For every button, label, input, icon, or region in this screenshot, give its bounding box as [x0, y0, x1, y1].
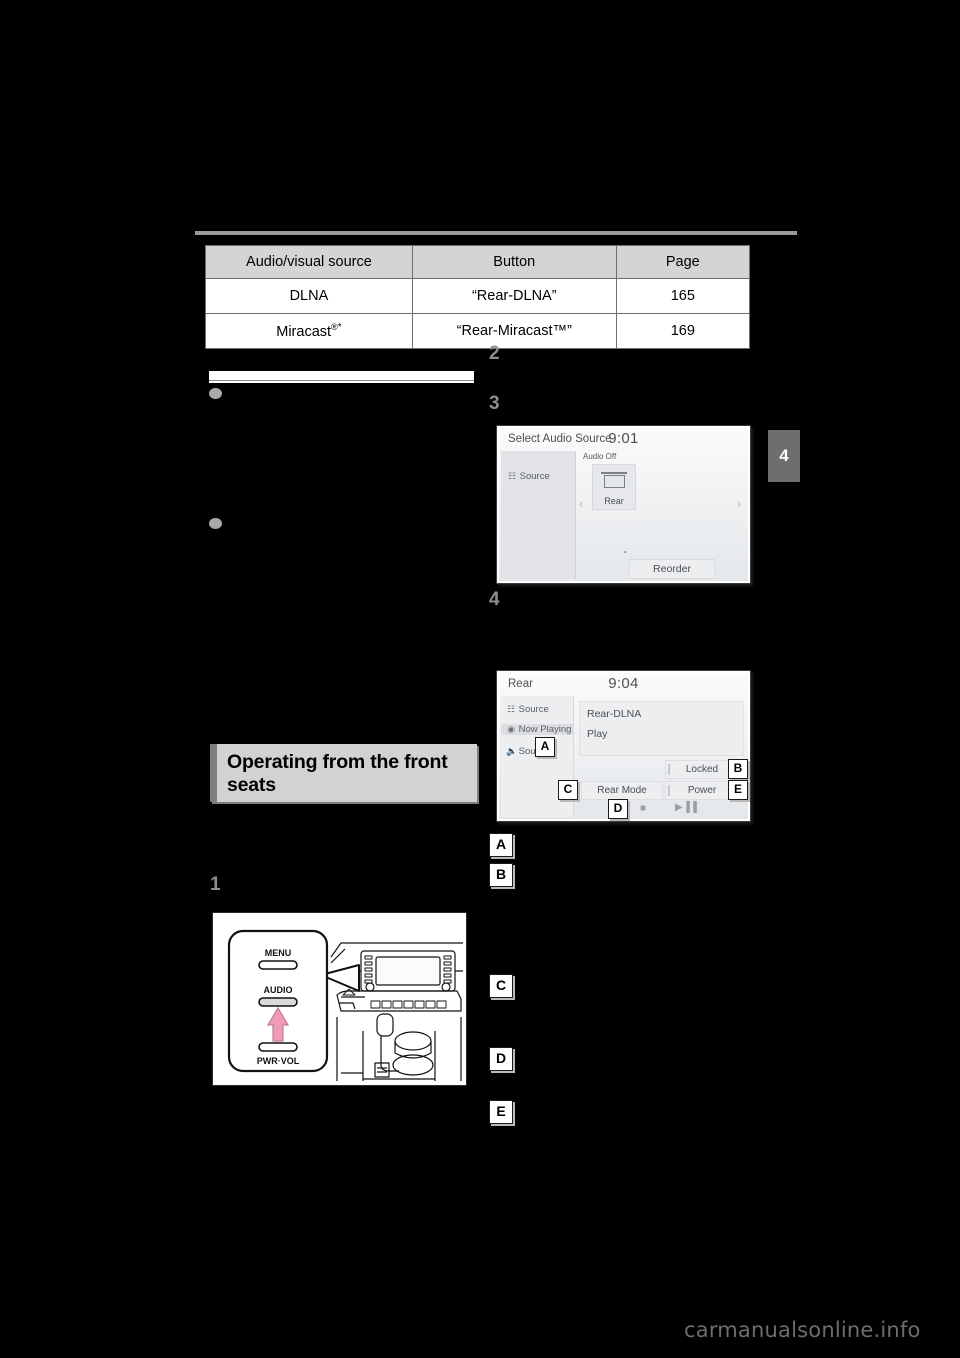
table-row: DLNA “Rear-DLNA” 165: [205, 278, 751, 314]
cell-source: Miracast®*: [205, 313, 413, 349]
source-icon: ☷: [506, 704, 516, 714]
rear-mode-button-label: Rear Mode: [597, 785, 647, 796]
section-heading: Operating from the front seats: [210, 744, 477, 802]
rail-item-now-playing[interactable]: ◉ Now Playing: [501, 724, 573, 735]
callout-marker-e: E: [489, 1100, 513, 1124]
rail-item-source[interactable]: ☷ Source: [507, 471, 550, 482]
stop-icon[interactable]: ■: [640, 803, 646, 814]
callout-marker-d: D: [489, 1047, 513, 1071]
dashboard-svg: MENU AUDIO PWR·VOL: [213, 913, 466, 1085]
play-pause-icon[interactable]: ▶▐▐: [675, 802, 697, 813]
step-number-2: 2: [489, 343, 500, 364]
section-heading-text: Operating from the front seats: [227, 751, 448, 796]
pwr-vol-button-shape: [258, 1042, 298, 1052]
screenshot-select-audio-source: Select Audio Source 9:01 ☷ Source Audio …: [496, 425, 751, 584]
source-icon: ☷: [507, 471, 517, 481]
table-header-source: Audio/visual source: [205, 245, 413, 279]
screen-surface: Select Audio Source 9:01 ☷ Source Audio …: [499, 428, 748, 581]
cell-source-text: Miracast: [276, 323, 332, 340]
callout-label-pwr-vol: PWR·VOL: [257, 1056, 300, 1066]
rear-display-icon: [601, 472, 627, 488]
page-top-rule: [195, 231, 797, 235]
power-button-label: Power: [687, 785, 717, 796]
cell-source-text: DLNA: [289, 288, 329, 304]
inscreen-marker-b: B: [728, 759, 748, 779]
speaker-icon: 🔈: [506, 746, 518, 756]
chevron-right-icon[interactable]: ›: [737, 496, 741, 511]
screen-side-rail: ☷ Source: [501, 451, 576, 579]
registered-mark: ®: [331, 322, 338, 333]
manual-page: Audio/visual source Button Page DLNA “Re…: [0, 0, 960, 1358]
locked-button-label: Locked: [685, 764, 719, 775]
reorder-button[interactable]: Reorder: [629, 559, 715, 579]
screenshot-rear-now-playing: Rear 9:04 ☷ Source ◉ Now Playing 🔈 Sound…: [496, 670, 751, 822]
cell-page: 165: [615, 278, 751, 314]
rear-mode-button[interactable]: Rear Mode: [581, 781, 663, 800]
step-number-4: 4: [489, 589, 500, 610]
rail-item-now-playing-label: Now Playing: [518, 724, 572, 735]
button-tick: [668, 785, 670, 796]
cell-button: “Rear-Miracast™”: [411, 313, 617, 349]
screen-clock: 9:01: [608, 430, 639, 447]
rail-item-source[interactable]: ☷ Source: [506, 704, 549, 715]
illustration-front-dashboard: MENU AUDIO PWR·VOL: [212, 912, 467, 1086]
inscreen-marker-a: A: [535, 737, 555, 757]
source-tile-rear[interactable]: Rear: [592, 464, 636, 510]
menu-button-shape: [258, 960, 298, 970]
rail-item-source-label: Source: [519, 471, 550, 482]
site-watermark: carmanualsonline.info: [684, 1318, 921, 1342]
play-circle-icon: ◉: [507, 724, 515, 734]
inscreen-marker-d: D: [608, 799, 628, 819]
button-tick: [668, 764, 670, 775]
bullet-marker: [209, 518, 222, 529]
page-indicator-dot: [623, 551, 626, 553]
cell-button: “Rear-DLNA”: [411, 278, 617, 314]
audio-off-label: Audio Off: [583, 452, 617, 461]
table-header-page: Page: [615, 245, 751, 279]
cell-source: DLNA: [205, 278, 413, 314]
callout-label-menu: MENU: [265, 948, 292, 958]
chevron-left-icon[interactable]: ‹: [579, 496, 583, 511]
step-number-3: 3: [489, 393, 500, 414]
bullet-marker: [209, 388, 222, 399]
screen-surface: Rear 9:04 ☷ Source ◉ Now Playing 🔈 Sound…: [499, 673, 748, 819]
table-header-row: Audio/visual source Button Page: [205, 245, 751, 279]
audio-visual-source-table: Audio/visual source Button Page DLNA “Re…: [205, 245, 751, 349]
callout-marker-c: C: [489, 974, 513, 998]
now-playing-source: Rear-DLNA: [587, 708, 642, 720]
inscreen-marker-c: C: [558, 780, 578, 800]
table-header-button: Button: [411, 245, 617, 279]
now-playing-panel: Rear-DLNA Play: [579, 701, 744, 756]
footnote-asterisk: *: [337, 322, 342, 334]
source-tile-rear-label: Rear: [604, 496, 624, 506]
callout-marker-a: A: [489, 833, 513, 857]
now-playing-status: Play: [587, 728, 608, 740]
cell-page: 169: [615, 313, 751, 349]
audio-button-shape: [258, 997, 298, 1007]
inscreen-marker-e: E: [728, 780, 748, 800]
table-row: Miracast®* “Rear-Miracast™” 169: [205, 313, 751, 349]
callout-label-audio: AUDIO: [264, 985, 293, 995]
screen-clock: 9:04: [608, 675, 639, 692]
notice-box-header: [209, 371, 474, 383]
callout-marker-b: B: [489, 863, 513, 887]
chapter-tab: 4: [768, 430, 800, 482]
rail-item-source-label: Source: [518, 704, 549, 715]
step-number-1: 1: [210, 874, 221, 895]
